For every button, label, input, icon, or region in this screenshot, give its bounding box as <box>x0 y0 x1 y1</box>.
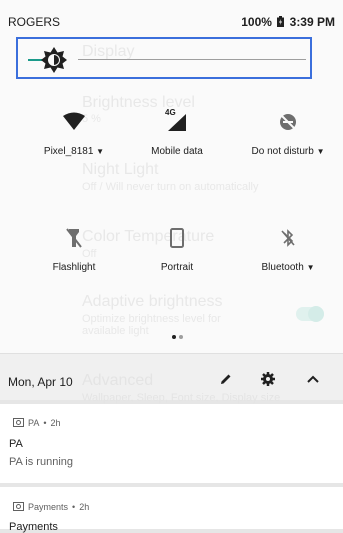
tile-mobile-data-label: Mobile data <box>151 146 203 157</box>
notification-card[interactable]: PA • 2h PA PA is running <box>0 404 343 483</box>
bg-adaptive-toggle <box>296 306 324 322</box>
chevron-down-icon[interactable]: ▼ <box>307 263 315 272</box>
gear-icon[interactable] <box>258 369 278 389</box>
tile-bluetooth[interactable]: Bluetooth ▼ <box>233 224 343 273</box>
mobile-data-icon: 4G <box>122 108 232 136</box>
bg-night-light-summary: Off / Will never turn on automatically <box>82 181 259 193</box>
notification-app-name: Payments <box>28 501 69 512</box>
chevron-up-icon[interactable] <box>303 369 323 389</box>
quick-settings-panel: Display Brightness level 5 % Night Light… <box>0 0 343 353</box>
flashlight-off-icon <box>19 224 129 252</box>
carrier-name: ROGERS <box>8 15 61 29</box>
bluetooth-off-icon <box>233 224 343 252</box>
tile-mobile-data[interactable]: 4G Mobile data <box>122 108 232 157</box>
bg-adaptive-summary: Optimize brightness level for available … <box>82 313 221 337</box>
bg-advanced-summary: Wallpaper, Sleep, Font size, Display siz… <box>82 392 281 404</box>
tile-flashlight-label: Flashlight <box>52 262 96 273</box>
battery-icon <box>277 16 285 30</box>
bg-adaptive-brightness: Adaptive brightness <box>82 293 223 310</box>
bg-advanced: Advanced <box>82 372 154 389</box>
tile-bluetooth-label: Bluetooth <box>261 262 304 273</box>
notification-text: PA is running <box>9 456 74 468</box>
clock: 3:39 PM <box>289 15 335 29</box>
app-icon <box>13 501 24 512</box>
date-label: Mon, Apr 10 <box>8 375 73 389</box>
tile-wifi-label: Pixel_8181 <box>43 146 94 157</box>
brightness-track <box>78 59 306 60</box>
dnd-off-icon <box>233 108 343 136</box>
tile-do-not-disturb[interactable]: Do not disturb ▼ <box>233 108 343 157</box>
wifi-icon <box>19 108 129 136</box>
page-dot-active <box>172 335 176 339</box>
page-dot <box>179 335 183 339</box>
notification-time: 2h <box>50 417 61 428</box>
chevron-down-icon[interactable]: ▼ <box>96 147 104 156</box>
quick-settings-footer: Advanced Wallpaper, Sleep, Font size, Di… <box>0 353 343 404</box>
portrait-icon <box>122 224 232 252</box>
tile-portrait[interactable]: Portrait <box>122 224 232 273</box>
brightness-slider[interactable] <box>16 37 312 79</box>
notification-app-name: PA <box>28 417 40 428</box>
edit-icon[interactable] <box>216 369 236 389</box>
tile-dnd-label: Do not disturb <box>251 146 314 157</box>
chevron-down-icon[interactable]: ▼ <box>317 147 325 156</box>
app-icon <box>13 417 24 428</box>
tile-portrait-label: Portrait <box>160 262 194 273</box>
notification-card[interactable]: Payments • 2h Payments <box>0 487 343 533</box>
network-type-badge: 4G <box>165 108 176 117</box>
tile-flashlight[interactable]: Flashlight <box>19 224 129 273</box>
tile-wifi[interactable]: Pixel_8181 ▼ <box>19 108 129 157</box>
battery-percent: 100% <box>241 15 272 29</box>
notification-header: Payments • 2h <box>13 501 89 512</box>
status-bar: ROGERS 100% 3:39 PM <box>0 0 343 30</box>
notification-header: PA • 2h <box>13 417 61 428</box>
page-indicator <box>172 326 186 344</box>
notification-time: 2h <box>79 501 90 512</box>
brightness-icon[interactable] <box>38 44 70 76</box>
notification-title: Payments <box>9 521 58 533</box>
status-right: 100% 3:39 PM <box>241 15 335 30</box>
notification-title: PA <box>9 438 23 450</box>
bg-night-light: Night Light <box>82 161 159 178</box>
